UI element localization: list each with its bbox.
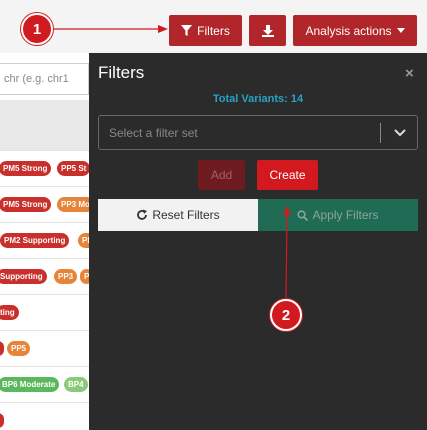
step-marker-2: 2 — [270, 299, 302, 331]
step-marker-1: 1 — [21, 13, 53, 45]
annotation-arrows — [54, 25, 291, 300]
